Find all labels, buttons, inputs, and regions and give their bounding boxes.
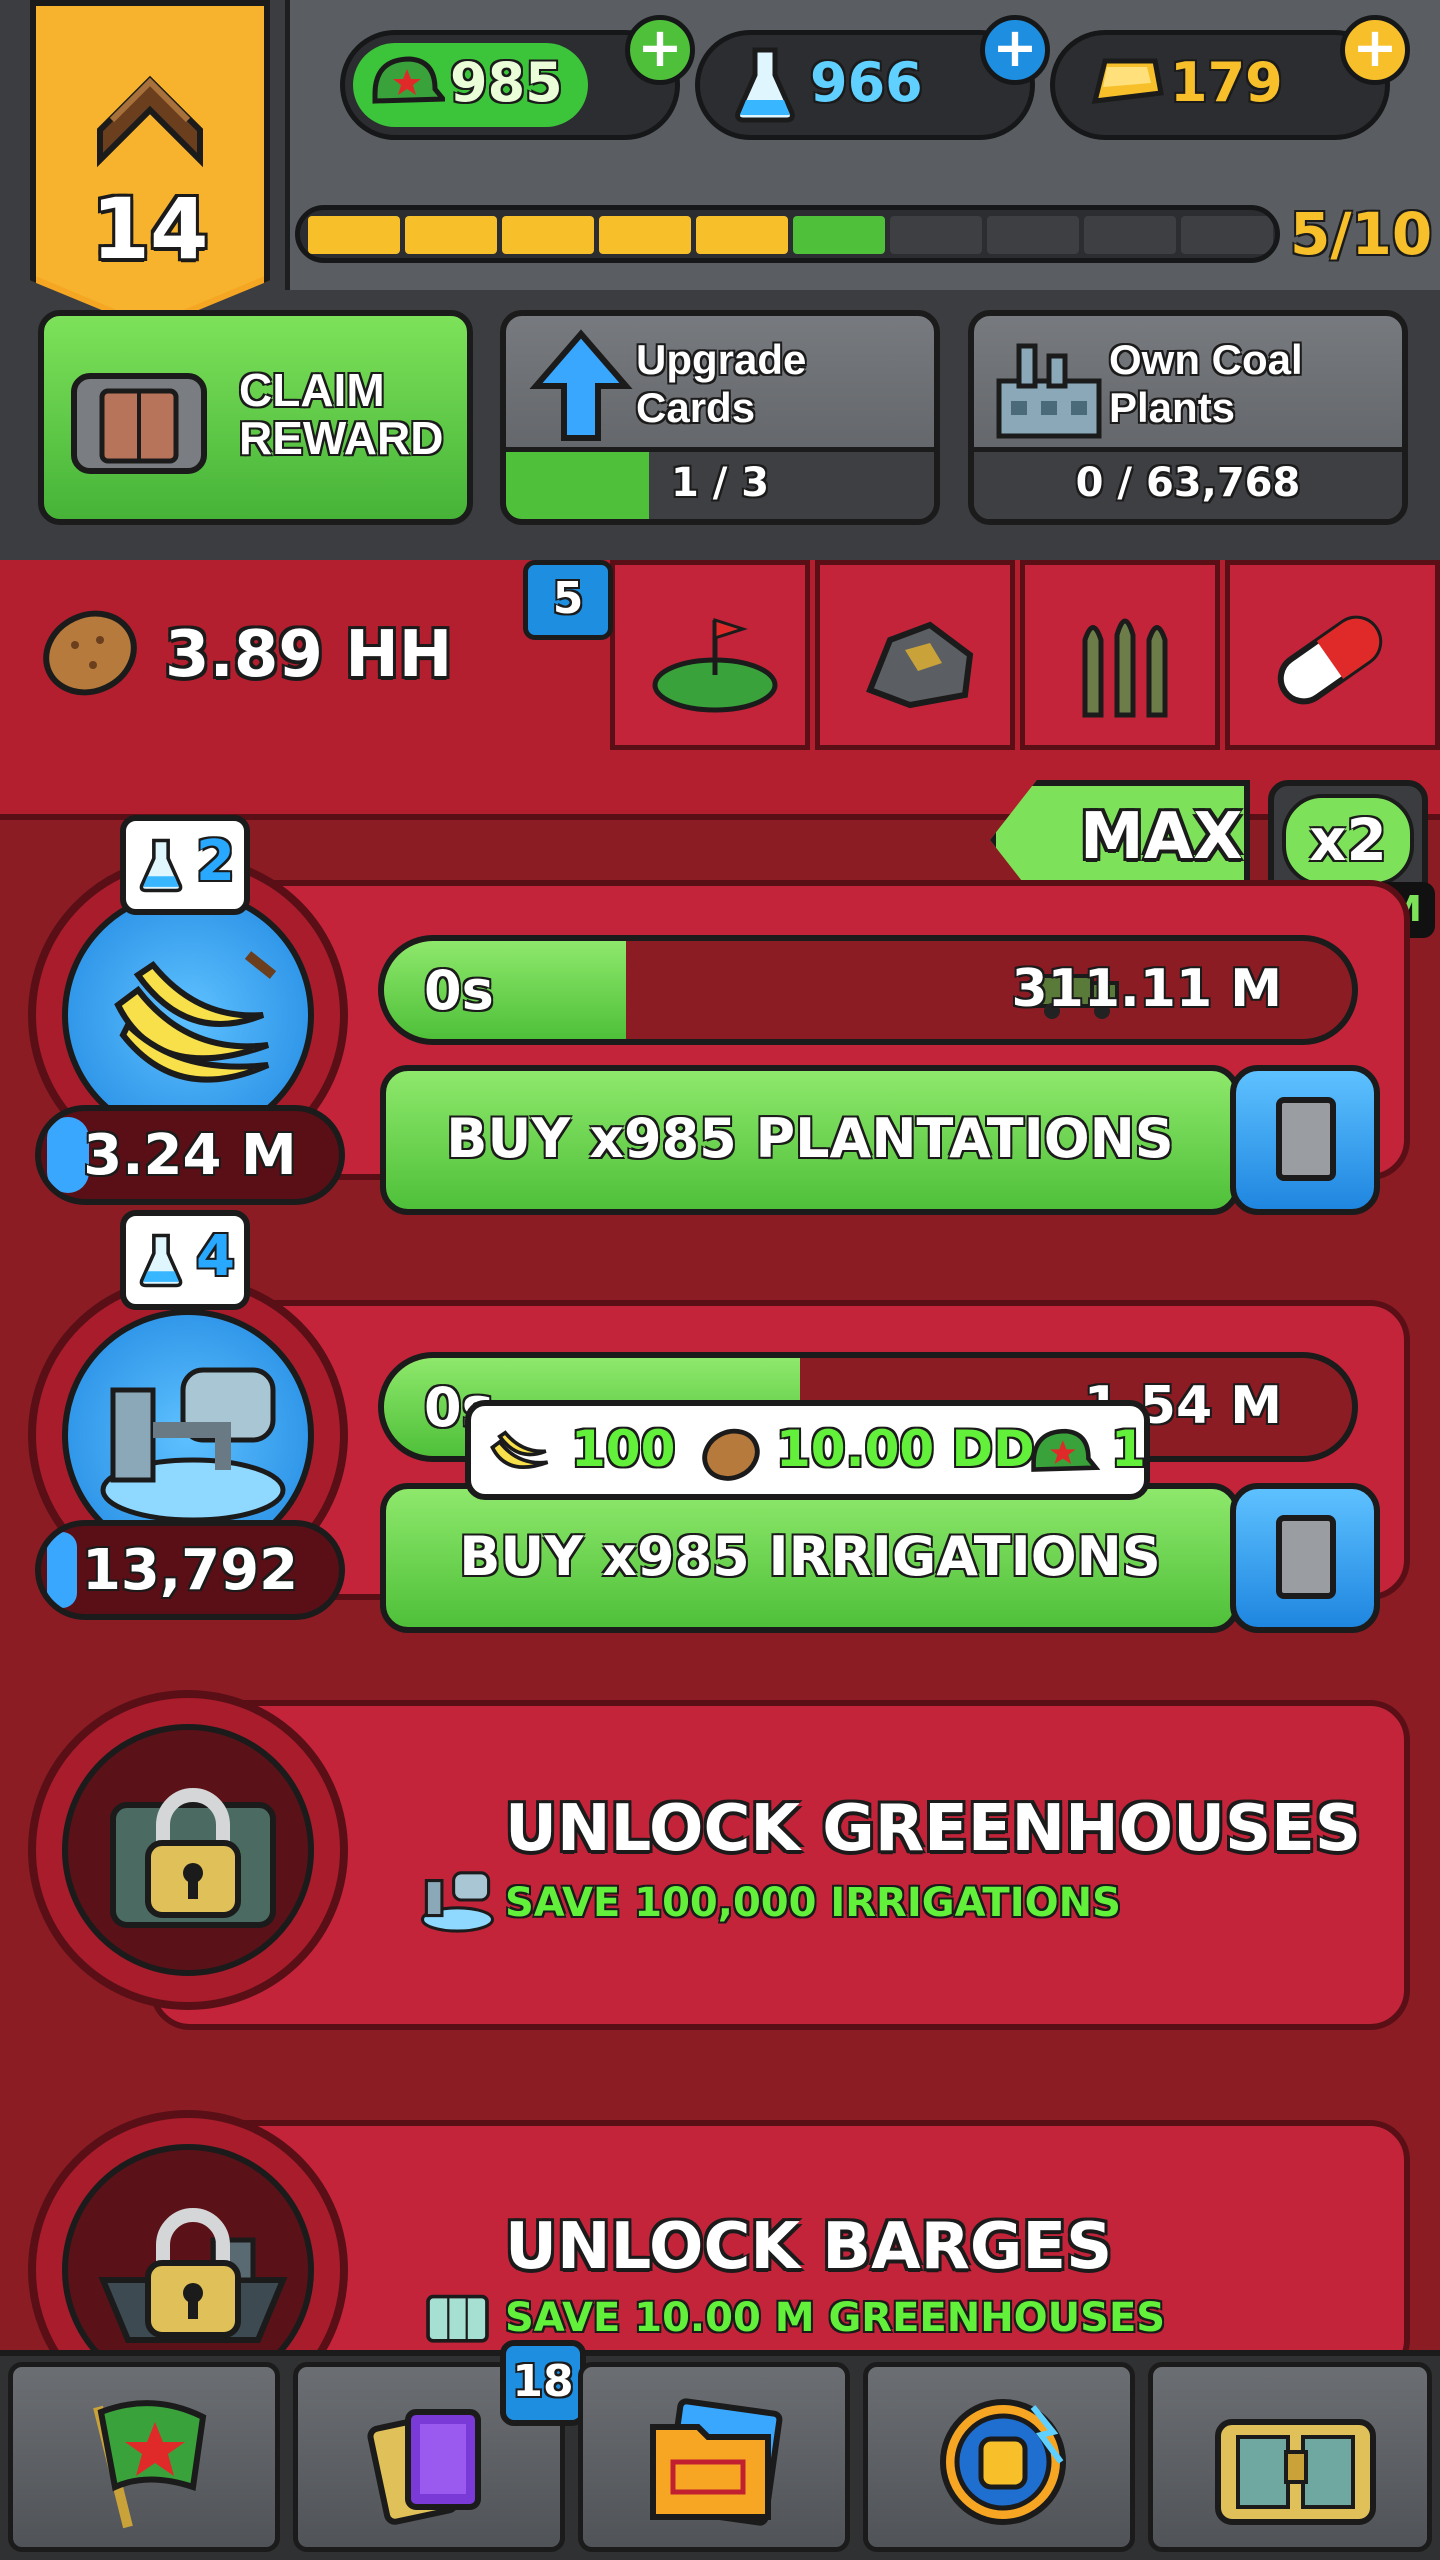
tab-region[interactable]	[610, 560, 810, 750]
currency-gold[interactable]: 179	[1050, 30, 1390, 140]
potato-icon	[43, 610, 137, 696]
card-icon	[1276, 1097, 1336, 1181]
cards-icon	[367, 2409, 481, 2525]
xp-segment	[1181, 216, 1273, 254]
quest-own-coal-plants[interactable]: Own Coal Plants 0 / 63,768	[968, 310, 1408, 525]
folder-icon	[650, 2398, 783, 2526]
irrigation-icon	[100, 1367, 286, 1523]
upgrade-cards-title: Upgrade Cards	[636, 336, 807, 431]
card-icon	[1276, 1515, 1336, 1599]
flask-icon	[735, 47, 795, 123]
buy-irrigations-button[interactable]: BUY x985 IRRIGATIONS	[380, 1483, 1240, 1633]
unlock-greenhouses-title: UNLOCK GREENHOUSES	[505, 1792, 1361, 1866]
xp-progress-text: 5/10	[1290, 200, 1433, 268]
owned-count-irrigations: 13,792	[35, 1520, 345, 1620]
quest-upgrade-cards[interactable]: Upgrade Cards 1 / 3	[500, 310, 940, 525]
ore-icon	[866, 621, 974, 709]
cards-notification-badge: 18	[500, 2340, 586, 2426]
add-green-button[interactable]: +	[625, 15, 695, 85]
potato-total: 3.89 HH	[165, 618, 453, 692]
nav-missions[interactable]	[8, 2362, 280, 2552]
fist-medal-icon	[940, 2399, 1066, 2525]
greenhouse-icon	[426, 2294, 489, 2343]
gold-bar-icon	[1091, 58, 1164, 104]
production-bar-plantations: 0s 311.11 M	[378, 935, 1358, 1045]
research-level: 2	[196, 829, 235, 894]
potato-icon	[702, 1428, 760, 1481]
ammo-icon	[1082, 618, 1168, 718]
add-research-button[interactable]: +	[980, 15, 1050, 85]
research-currency-value: 966	[810, 51, 923, 114]
player-level: 14	[91, 180, 209, 278]
xp-segment	[987, 216, 1079, 254]
padlock-icon	[145, 2208, 241, 2338]
xp-segment	[890, 216, 982, 254]
tooltip-potato-cost: 10.00 DD	[776, 1420, 1035, 1478]
xp-segment	[599, 216, 691, 254]
flask-icon	[139, 838, 183, 893]
upgrade-arrow-icon	[529, 329, 633, 441]
coal-plants-progress: 0 / 63,768	[974, 447, 1402, 519]
xp-segment	[1084, 216, 1176, 254]
padlock-icon	[145, 1788, 241, 1918]
nav-powerups[interactable]	[863, 2362, 1135, 2552]
rank-chevron-icon	[97, 75, 203, 168]
x2-label: x2	[1282, 794, 1414, 886]
red-star-flag-icon	[93, 2400, 207, 2529]
locked-chest-icon	[71, 373, 207, 474]
xp-progress-bar	[295, 205, 1280, 263]
banana-icon	[114, 951, 277, 1083]
irrigations-card-button[interactable]	[1230, 1483, 1380, 1633]
nav-shop[interactable]	[1148, 2362, 1432, 2552]
buy-max-label: MAX	[1080, 800, 1243, 874]
tooltip-banana-cost: 100	[571, 1420, 676, 1478]
tooltip-cap-cost: 1	[1111, 1420, 1146, 1478]
xp-segment	[405, 216, 497, 254]
treasure-chest-icon	[1215, 2419, 1376, 2525]
xp-segment	[793, 216, 885, 254]
tab-pill[interactable]	[1225, 560, 1440, 750]
research-badge-plantations[interactable]: 2	[120, 815, 250, 915]
upgrade-cards-progress: 1 / 3	[506, 447, 934, 519]
army-cap-icon	[1031, 1428, 1101, 1472]
research-level: 4	[196, 1224, 235, 1289]
research-badge-irrigations[interactable]: 4	[120, 1210, 250, 1310]
banana-icon	[490, 1430, 549, 1469]
coal-plants-title: Own Coal Plants	[1109, 336, 1303, 431]
irrigation-icon	[420, 1871, 495, 1933]
unlock-greenhouses-requirement: SAVE 100,000 IRRIGATIONS	[505, 1880, 1121, 1926]
claim-label: CLAIM REWARD	[239, 364, 444, 464]
xp-segment	[308, 216, 400, 254]
unlock-barges-requirement: SAVE 10.00 M GREENHOUSES	[505, 2295, 1166, 2341]
cost-tooltip: 100 10.00 DD 1	[465, 1400, 1150, 1500]
tab-ammo[interactable]	[1020, 560, 1220, 750]
owned-count-plantations: 3.24 M	[35, 1105, 345, 1205]
claim-reward-button[interactable]: CLAIM REWARD	[38, 310, 473, 525]
coal-plant-icon	[996, 343, 1102, 439]
pill-icon	[1277, 615, 1383, 705]
xp-segment	[696, 216, 788, 254]
nav-intel[interactable]	[578, 2362, 850, 2552]
unlock-barges-title: UNLOCK BARGES	[505, 2210, 1113, 2284]
plantations-card-button[interactable]	[1230, 1065, 1380, 1215]
gold-currency-value: 179	[1170, 51, 1283, 114]
add-gold-button[interactable]: +	[1340, 15, 1410, 85]
island-flag-icon	[652, 617, 778, 713]
tab-ore[interactable]	[815, 560, 1015, 750]
flask-icon	[139, 1233, 183, 1288]
locked-icon-greenhouses[interactable]	[28, 1690, 348, 2010]
xp-segment	[502, 216, 594, 254]
green-currency-value: 985	[450, 51, 563, 114]
buy-plantations-button[interactable]: BUY x985 PLANTATIONS	[380, 1065, 1240, 1215]
tab-notification-badge: 5	[523, 560, 613, 640]
army-cap-icon	[372, 56, 445, 104]
